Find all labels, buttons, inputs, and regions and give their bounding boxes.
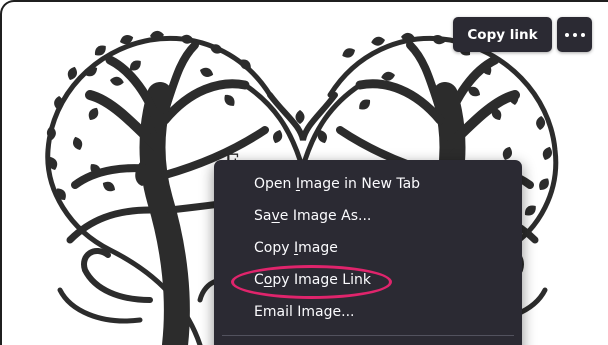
more-options-icon[interactable]: [557, 17, 592, 52]
dot: [564, 32, 569, 37]
menu-item-label: Copy: [254, 240, 294, 256]
menu-item-label: mage in New Tab: [299, 176, 421, 192]
menu-item-label: Open: [254, 176, 296, 192]
menu-item-label: e Image As...: [279, 208, 372, 224]
menu-item-label: C: [254, 272, 264, 288]
menu-item-email-image[interactable]: Email Image...: [254, 300, 355, 324]
copy-link-button[interactable]: Copy link: [453, 17, 552, 52]
menu-item-copy-image[interactable]: Copy Image: [254, 236, 338, 260]
accelerator-key: v: [271, 208, 280, 224]
menu-item-label: mage: [298, 240, 338, 256]
copy-link-label: Copy link: [467, 26, 538, 43]
menu-item-copy-image-link[interactable]: Copy Image Link: [254, 268, 371, 292]
menu-item-save-image-as[interactable]: Save Image As...: [254, 204, 371, 228]
menu-separator: [222, 335, 514, 336]
menu-item-open-image-new-tab[interactable]: Open Image in New Tab: [254, 172, 420, 196]
dot: [580, 32, 585, 37]
menu-item-label: Sa: [254, 208, 272, 224]
context-menu: Open Image in New Tab Save Image As... C…: [214, 160, 522, 345]
dot: [572, 32, 577, 37]
menu-item-label: Email Image...: [254, 304, 355, 320]
menu-item-label: py Image Link: [272, 272, 371, 288]
browser-viewport: E Copy link Open Image in New Tab Save I…: [0, 0, 608, 345]
